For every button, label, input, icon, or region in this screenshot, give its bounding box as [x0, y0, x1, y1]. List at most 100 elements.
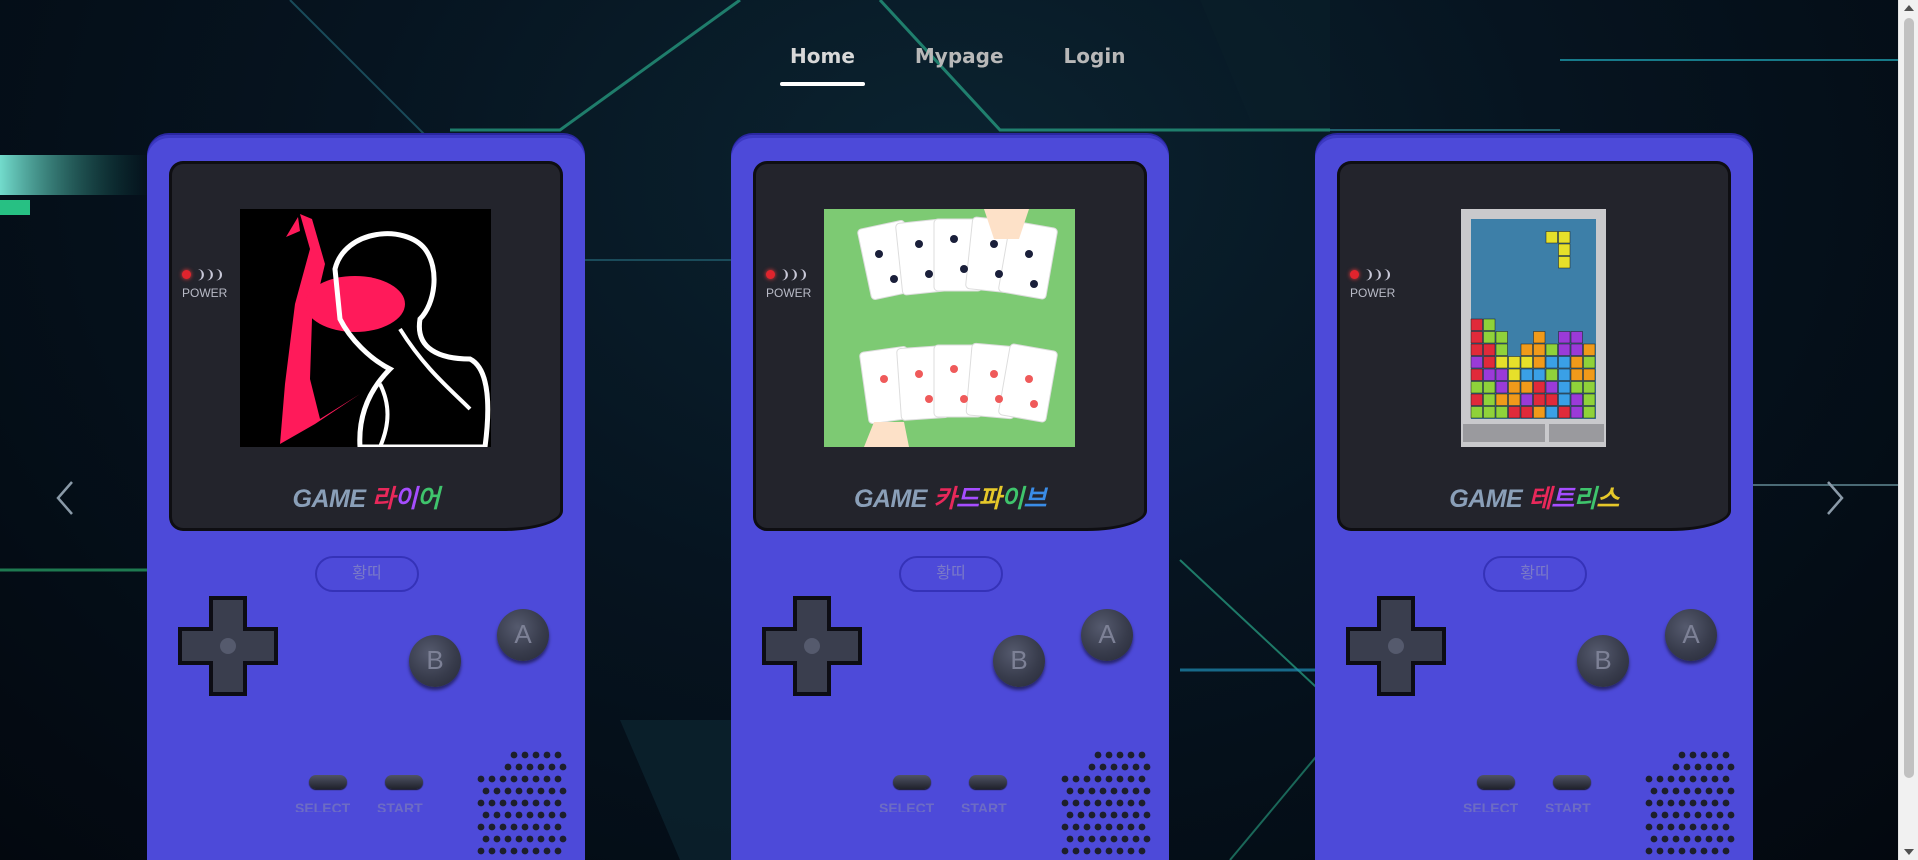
speaker-hole [499, 847, 507, 855]
speaker-hole [1689, 751, 1697, 759]
dpad-icon[interactable] [1345, 595, 1447, 697]
select-label: SELECT [295, 801, 351, 812]
speaker-hole [1694, 787, 1702, 795]
nav-mypage[interactable]: Mypage [885, 44, 1034, 68]
game-title-char: 이 [394, 485, 417, 513]
b-button[interactable]: B [1577, 635, 1629, 687]
speaker-hole [1678, 799, 1686, 807]
speaker-hole [1667, 823, 1675, 831]
tetris-block [1470, 356, 1483, 369]
speaker-hole [1094, 847, 1102, 855]
game-card-tetris[interactable]: ❩❩❩ POWER GAME 테트리스 황띠 B A SELECT START [1315, 135, 1753, 860]
game-card-liar[interactable]: ❩❩❩ POWER GAME 라이어 황띠 B A SELECT START [147, 135, 585, 860]
power-led-icon [182, 270, 191, 279]
game-title-prefix: GAME [1449, 485, 1523, 513]
dpad-icon[interactable] [177, 595, 279, 697]
game-screen: ❩❩❩ POWER GAME 라이어 [169, 161, 563, 531]
speaker-hole [1645, 847, 1653, 855]
speaker-hole [1689, 847, 1697, 855]
nav-home[interactable]: Home [760, 44, 885, 86]
speaker-hole [1656, 799, 1664, 807]
speaker-hole [1099, 811, 1107, 819]
speaker-hole [532, 751, 540, 759]
start-button[interactable] [1553, 775, 1591, 789]
speaker-hole [537, 787, 545, 795]
speaker-hole [1722, 823, 1730, 831]
speaker-hole [1705, 787, 1713, 795]
speaker-hole [1661, 835, 1669, 843]
game-title-char: 카 [933, 485, 956, 513]
scroll-up-icon[interactable] [1904, 5, 1914, 11]
a-button[interactable]: A [1665, 609, 1717, 661]
speaker-hole [1722, 751, 1730, 759]
speaker-hole [1656, 775, 1664, 783]
speaker-hole [1727, 811, 1735, 819]
speaker-hole [1700, 847, 1708, 855]
speaker-hole [1683, 787, 1691, 795]
speaker-hole [1094, 751, 1102, 759]
speaker-hole [477, 823, 485, 831]
b-button[interactable]: B [993, 635, 1045, 687]
start-label: START [377, 801, 423, 812]
scroll-down-icon[interactable] [1904, 849, 1914, 855]
speaker-hole [1138, 823, 1146, 831]
speaker-hole [1689, 799, 1697, 807]
speaker-hole [1650, 811, 1658, 819]
speaker-hole [526, 787, 534, 795]
speaker-hole [1127, 751, 1135, 759]
speaker-hole [1121, 835, 1129, 843]
nav-login[interactable]: Login [1034, 44, 1156, 68]
speaker-hole [1083, 775, 1091, 783]
speaker-hole [504, 811, 512, 819]
tetris-block [1545, 356, 1558, 369]
speaker-hole [543, 799, 551, 807]
speaker-hole [1711, 847, 1719, 855]
speaker-hole [1121, 787, 1129, 795]
tetris-block [1558, 331, 1571, 344]
dpad-icon[interactable] [761, 595, 863, 697]
start-button[interactable] [969, 775, 1007, 789]
tetris-block [1495, 381, 1508, 394]
tetris-block [1570, 406, 1583, 419]
chevron-right-icon[interactable] [1820, 478, 1850, 518]
tetris-block [1570, 393, 1583, 406]
tetris-block [1533, 393, 1546, 406]
start-button[interactable] [385, 775, 423, 789]
scrollbar-thumb[interactable] [1904, 18, 1914, 778]
speaker-hole [554, 823, 562, 831]
speaker-hole [482, 787, 490, 795]
speaker-hole [1727, 763, 1735, 771]
speaker-hole [1116, 751, 1124, 759]
chevron-left-icon[interactable] [52, 478, 82, 518]
b-button[interactable]: B [409, 635, 461, 687]
speaker-hole [515, 811, 523, 819]
tetris-block [1533, 343, 1546, 356]
speaker-hole [493, 835, 501, 843]
brand-label: 황띠 [1483, 556, 1587, 592]
game-title-char: 라 [371, 485, 395, 513]
tetris-block [1520, 406, 1533, 419]
game-title-char: 브 [1023, 485, 1047, 513]
speaker-hole [488, 847, 496, 855]
speaker-hole [1716, 787, 1724, 795]
speaker-hole [559, 787, 567, 795]
speaker-hole [504, 835, 512, 843]
select-button[interactable] [309, 775, 347, 789]
speaker-hole [1105, 823, 1113, 831]
speaker-hole [1061, 823, 1069, 831]
speaker-hole [499, 823, 507, 831]
speaker-hole [1672, 763, 1680, 771]
game-screen: ❩❩❩ POWER GAME 카드파이브 [753, 161, 1147, 531]
speaker-hole [1683, 835, 1691, 843]
tetris-block [1508, 368, 1521, 381]
select-button[interactable] [1477, 775, 1515, 789]
a-button[interactable]: A [497, 609, 549, 661]
game-title-prefix: GAME [853, 485, 928, 513]
game-card-card-five[interactable]: ❩❩❩ POWER GAME 카드파이브 황띠 B A SELECT START [731, 135, 1169, 860]
tetris-block [1495, 356, 1508, 369]
game-title-char: 어 [416, 485, 440, 513]
a-button[interactable]: A [1081, 609, 1133, 661]
tetris-block [1470, 343, 1483, 356]
vertical-scrollbar[interactable] [1898, 0, 1918, 860]
select-button[interactable] [893, 775, 931, 789]
